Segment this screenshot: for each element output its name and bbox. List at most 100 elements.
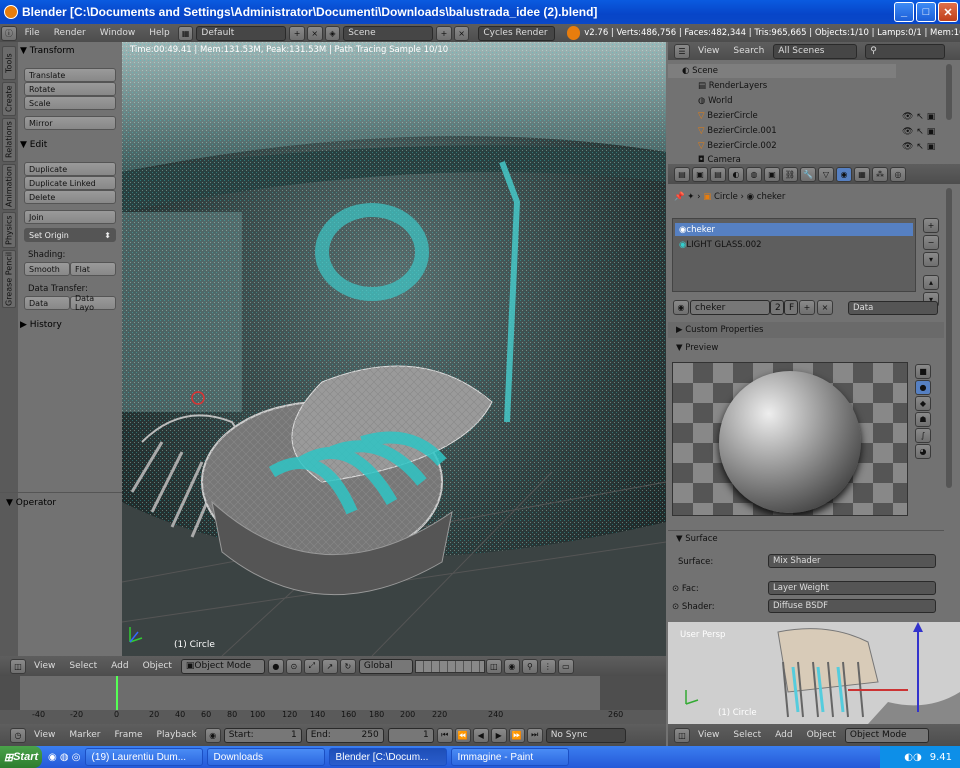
tray-icons[interactable]: ◐◑ [904, 752, 921, 763]
users-count[interactable]: 2 [770, 300, 784, 315]
surface-shader-selector[interactable]: Mix Shader [768, 554, 936, 568]
current-frame-marker[interactable] [116, 676, 118, 710]
layout-selector[interactable]: Default [196, 25, 287, 41]
scene-add-icon[interactable]: + [436, 25, 452, 41]
close-button[interactable]: ✕ [938, 2, 958, 22]
lock-icon[interactable]: ◫ [485, 658, 502, 674]
layers-grid[interactable] [414, 659, 485, 673]
object-tab-icon[interactable]: ▣ [764, 166, 780, 182]
mode-selector[interactable]: ▣ Object Mode [180, 658, 265, 674]
jump-end-icon[interactable]: ⏭ [526, 727, 543, 743]
preview-flat-icon[interactable]: ■ [915, 364, 931, 379]
material-name-field[interactable]: cheker [690, 300, 770, 315]
play-reverse-icon[interactable]: ◀ [472, 727, 489, 743]
timeline[interactable]: -40 -20 0 20 40 60 80 100 120 140 160 18… [0, 676, 666, 724]
tab-create[interactable]: Create [2, 82, 16, 116]
scene-selector[interactable]: Scene [343, 25, 434, 41]
breadcrumb-object[interactable]: Circle [714, 192, 738, 202]
quicklaunch-icons[interactable]: ◉ ◍ ◎ [48, 752, 81, 763]
taskbar-item-browser[interactable]: (19) Laurentiu Dum... [84, 748, 203, 766]
viewport-menu-select[interactable]: Select [62, 661, 104, 671]
preview-sky-icon[interactable]: ◕ [915, 444, 931, 459]
data-tab-icon[interactable]: ▽ [818, 166, 834, 182]
preview-header[interactable]: ▼ Preview [676, 343, 718, 353]
texture-tab-icon[interactable]: ▦ [854, 166, 870, 182]
end-frame-field[interactable]: End: 250 [305, 727, 384, 743]
history-panel-header[interactable]: ▶ History [20, 320, 62, 330]
custom-properties-header[interactable]: ▶ Custom Properties [676, 325, 763, 335]
editor-type-properties-icon[interactable]: ▤ [674, 166, 690, 182]
remove-slot-icon[interactable]: − [923, 235, 939, 250]
visibility-eye-icon[interactable]: 👁 ↖ ▣ [902, 112, 935, 122]
visibility-eye-icon[interactable]: 👁 ↖ ▣ [902, 142, 935, 152]
preview-cube-icon[interactable]: ◆ [915, 396, 931, 411]
mirror-button[interactable]: Mirror [24, 116, 116, 130]
orientation-selector[interactable]: Global [358, 658, 413, 674]
current-frame-field[interactable]: 1 [387, 727, 434, 743]
mini-3d-viewport[interactable]: User Persp (1) Circle [668, 622, 960, 724]
flat-button[interactable]: Flat [70, 262, 116, 276]
outliner-menu-search[interactable]: Search [726, 46, 771, 56]
menu-render[interactable]: Render [47, 28, 93, 38]
surface-header[interactable]: ▼ Surface [676, 534, 718, 544]
maximize-button[interactable]: □ [916, 2, 936, 22]
scene-tab-icon[interactable]: ◐ [728, 166, 744, 182]
layout-icon[interactable]: ▦ [177, 25, 194, 41]
editor-type-3d-icon[interactable]: ◫ [10, 658, 26, 674]
preview-hair-icon[interactable]: ∫ [915, 428, 931, 443]
material-slot-list[interactable]: ◉ cheker ◉ LIGHT GLASS.002 [672, 218, 916, 292]
render-preview-icon[interactable]: ◉ [503, 658, 520, 674]
camera-render-icon[interactable]: ▭ [557, 658, 574, 674]
timeline-menu-marker[interactable]: Marker [62, 730, 107, 740]
layout-add-icon[interactable]: + [289, 25, 305, 41]
outliner-item-beziercircle-001[interactable]: ▽ BezierCircle.001 [698, 126, 777, 136]
transform-panel-header[interactable]: ▼ Transform [20, 46, 75, 56]
outliner-item-scene[interactable]: ◐ Scene [682, 66, 718, 76]
layout-remove-icon[interactable]: × [306, 25, 323, 41]
outliner-search-input[interactable]: ⚲ [865, 43, 946, 59]
duplicate-linked-button[interactable]: Duplicate Linked [24, 176, 116, 190]
renderlayers-tab-icon[interactable]: ▤ [710, 166, 726, 182]
preview-monkey-icon[interactable]: ☗ [915, 412, 931, 427]
viewport-menu-view[interactable]: View [27, 661, 62, 671]
material-tab-icon[interactable]: ◉ [836, 166, 852, 182]
editor-type-3d-icon[interactable]: ◫ [674, 727, 690, 743]
visibility-eye-icon[interactable]: 👁 ↖ ▣ [902, 127, 935, 137]
taskbar-item-downloads[interactable]: Downloads [206, 748, 325, 766]
edit-panel-header[interactable]: ▼ Edit [20, 140, 47, 150]
smooth-button[interactable]: Smooth [24, 262, 70, 276]
outliner-scrollbar[interactable] [946, 64, 952, 120]
render-engine-selector[interactable]: Cycles Render [478, 25, 555, 41]
mini-menu-add[interactable]: Add [768, 730, 799, 740]
mini-menu-select[interactable]: Select [726, 730, 768, 740]
editor-type-outliner-icon[interactable]: ☰ [674, 43, 690, 59]
data-transfer-button[interactable]: Data [24, 296, 70, 310]
pivot-icon[interactable]: ⊙ [285, 658, 302, 674]
shading-mode-icon[interactable]: ● [267, 658, 284, 674]
physics-tab-icon[interactable]: ◎ [890, 166, 906, 182]
particles-tab-icon[interactable]: ⁂ [872, 166, 888, 182]
outliner-item-world[interactable]: ◍ World [698, 96, 732, 106]
constraints-tab-icon[interactable]: ⛓ [782, 166, 798, 182]
viewport-menu-object[interactable]: Object [136, 661, 179, 671]
tab-physics[interactable]: Physics [2, 212, 16, 248]
modifiers-tab-icon[interactable]: 🔧 [800, 166, 816, 182]
material-slot-item[interactable]: ◉ cheker [675, 223, 913, 236]
properties-scrollbar[interactable] [946, 188, 952, 488]
menu-file[interactable]: File [18, 28, 47, 38]
start-frame-field[interactable]: Start: 1 [223, 727, 302, 743]
timeline-menu-playback[interactable]: Playback [150, 730, 204, 740]
menu-help[interactable]: Help [142, 28, 177, 38]
new-material-icon[interactable]: + [799, 300, 815, 315]
move-up-icon[interactable]: ▴ [923, 275, 939, 290]
minimize-button[interactable]: _ [894, 2, 914, 22]
translate-button[interactable]: Translate [24, 68, 116, 82]
snap-target-icon[interactable]: ⋮ [539, 658, 556, 674]
timeline-menu-view[interactable]: View [27, 730, 62, 740]
delete-button[interactable]: Delete [24, 190, 116, 204]
join-button[interactable]: Join [24, 210, 116, 224]
set-origin-dropdown[interactable]: Set Origin ⬍ [24, 228, 116, 242]
next-key-icon[interactable]: ⏩ [508, 727, 525, 743]
outliner-filter-selector[interactable]: All Scenes [773, 43, 858, 59]
fac-input-selector[interactable]: Layer Weight [768, 581, 936, 595]
